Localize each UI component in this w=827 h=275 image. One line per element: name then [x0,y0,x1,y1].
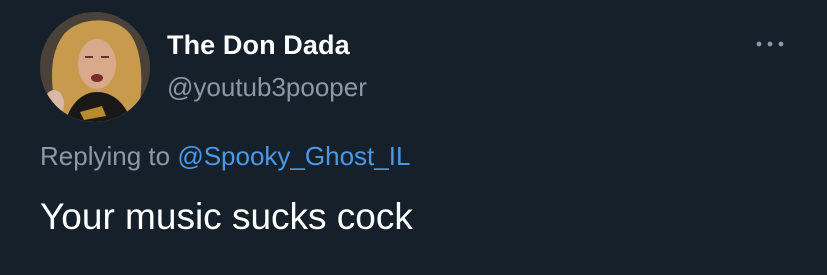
reply-mention-link[interactable]: @Spooky_Ghost_IL [177,141,410,171]
user-handle[interactable]: @youtub3pooper [167,72,367,103]
avatar-image [40,12,150,122]
more-horizontal-icon [756,41,784,47]
tweet-text: Your music sucks cock [40,196,413,237]
display-name[interactable]: The Don Dada [167,30,350,61]
replying-to-line: Replying to @Spooky_Ghost_IL [40,141,410,172]
replying-to-label: Replying to [40,141,171,171]
tweet: The Don Dada @youtub3pooper Replying to … [0,0,827,275]
avatar[interactable] [40,12,150,122]
more-options-button[interactable] [752,30,788,58]
